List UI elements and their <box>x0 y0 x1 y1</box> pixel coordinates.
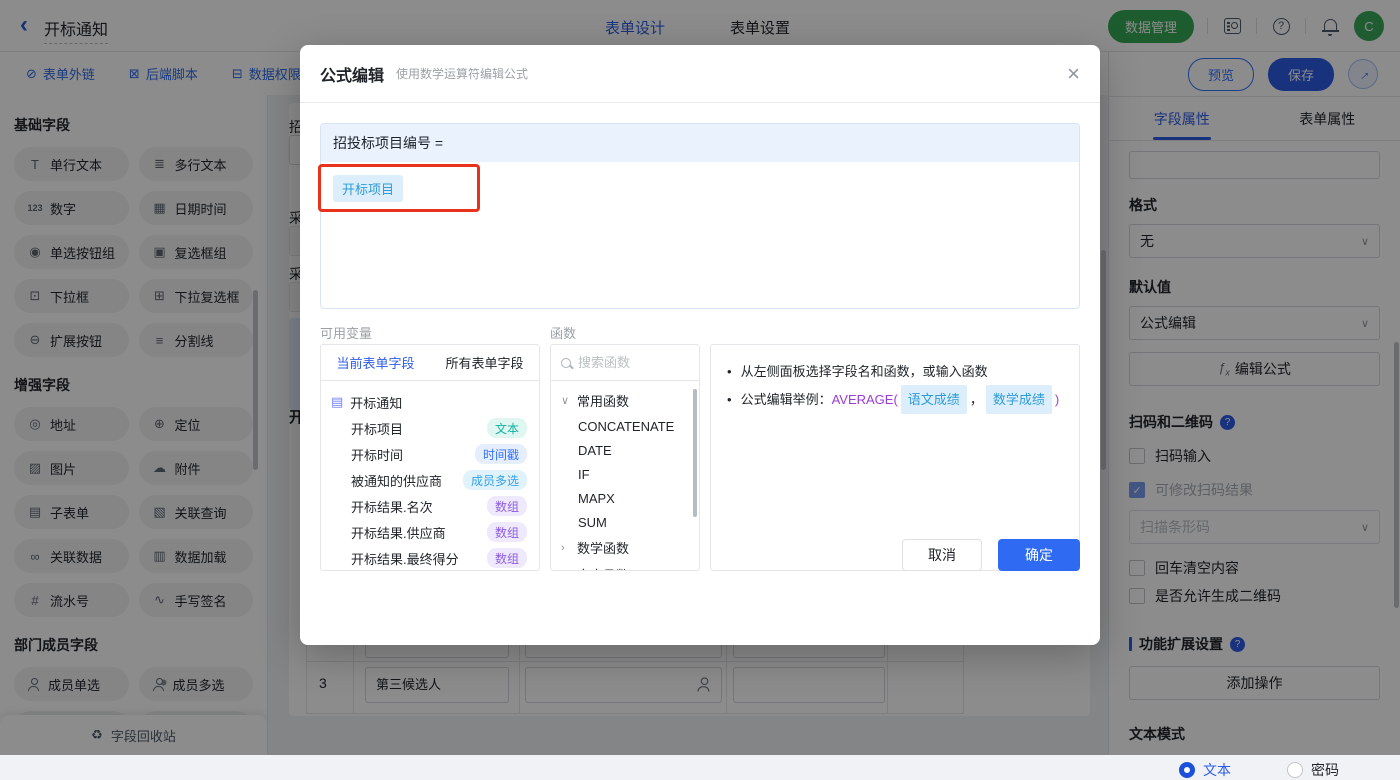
functions-label: 函数 <box>550 323 700 344</box>
formula-target: 招投标项目编号 = <box>321 124 1079 162</box>
variable-field[interactable]: 开标结果.供应商数组 <box>331 519 529 545</box>
function-search[interactable] <box>551 345 699 381</box>
variable-field[interactable]: 被通知的供应商成员多选 <box>331 467 529 493</box>
radio-text[interactable]: 文本 <box>1179 760 1231 780</box>
formula-input-area[interactable]: 开标项目 <box>321 162 1079 215</box>
variable-field[interactable]: 开标时间时间戳 <box>331 441 529 467</box>
type-badge: 时间戳 <box>475 444 527 464</box>
function-group-common[interactable]: ∨常用函数 <box>551 387 699 414</box>
type-badge: 成员多选 <box>463 470 527 490</box>
variables-panel: 当前表单字段 所有表单字段 ▤ 开标通知 开标项目文本 开标时间时间戳 被通知的… <box>320 344 540 571</box>
modal-columns: 可用变量 当前表单字段 所有表单字段 ▤ 开标通知 开标项目文本 <box>320 323 1080 571</box>
function-item[interactable]: MAPX <box>551 486 699 510</box>
modal-subtitle: 使用数学运算符编辑公式 <box>396 65 528 82</box>
formula-token[interactable]: 开标项目 <box>333 175 403 202</box>
type-badge: 数组 <box>487 548 527 568</box>
app: ‹ 开标通知 表单设计 表单设置 数据管理 ? C ⊘表单外链 ⊠后端脚本 ⊟数… <box>0 0 1400 755</box>
caret-right-icon: › <box>561 569 571 572</box>
radio-selected-icon <box>1179 762 1195 778</box>
function-search-input[interactable] <box>578 355 678 370</box>
confirm-button[interactable]: 确定 <box>998 539 1080 571</box>
function-item[interactable]: DATE <box>551 438 699 462</box>
function-item[interactable]: SUM <box>551 510 699 534</box>
example-field-chip: 语文成绩 <box>901 385 967 414</box>
modal-header: 公式编辑 使用数学运算符编辑公式 × <box>300 45 1100 103</box>
functions-panel: ∨常用函数 CONCATENATE DATE IF MAPX SUM ›数学函数… <box>550 344 700 571</box>
type-badge: 数组 <box>487 522 527 542</box>
function-group-math[interactable]: ›数学函数 <box>551 534 699 561</box>
caret-right-icon: › <box>561 542 571 554</box>
text-mode-radios: 文本 密码 <box>1129 760 1380 780</box>
function-item[interactable]: CONCATENATE <box>551 414 699 438</box>
help-line-2: •公式编辑举例：AVERAGE(语文成绩，数学成绩) <box>727 385 1063 414</box>
tree-root-form[interactable]: ▤ 开标通知 <box>331 389 529 415</box>
function-group-text[interactable]: ›文本函数 <box>551 561 699 571</box>
function-paren: ) <box>1055 392 1059 407</box>
example-field-chip: 数学成绩 <box>986 385 1052 414</box>
modal-footer: 取消 确定 <box>902 539 1080 571</box>
type-badge: 文本 <box>487 418 527 438</box>
function-name: AVERAGE( <box>832 392 898 407</box>
variables-label: 可用变量 <box>320 323 540 344</box>
variable-field[interactable]: 开标结果.最终得分数组 <box>331 545 529 571</box>
modal-body: 招投标项目编号 = 开标项目 可用变量 当前表单字段 所有表单字段 <box>300 103 1100 591</box>
tab-all-form-fields[interactable]: 所有表单字段 <box>430 345 539 380</box>
formula-edit-modal: 公式编辑 使用数学运算符编辑公式 × 招投标项目编号 = 开标项目 可用变量 当… <box>300 45 1100 645</box>
caret-down-icon: ∨ <box>561 394 571 407</box>
tab-current-form-fields[interactable]: 当前表单字段 <box>321 345 430 380</box>
functions-scrollbar[interactable] <box>693 389 697 517</box>
close-icon[interactable]: × <box>1067 64 1080 84</box>
radio-password[interactable]: 密码 <box>1287 760 1339 780</box>
cancel-button[interactable]: 取消 <box>902 539 982 571</box>
variable-field[interactable]: 开标项目文本 <box>331 415 529 441</box>
search-icon <box>561 358 571 368</box>
formula-help-panel: •从左侧面板选择字段名和函数，或输入函数 •公式编辑举例：AVERAGE(语文成… <box>710 344 1080 571</box>
radio-icon <box>1287 762 1303 778</box>
function-item[interactable]: IF <box>551 462 699 486</box>
variable-field[interactable]: 开标结果.名次数组 <box>331 493 529 519</box>
type-badge: 数组 <box>487 496 527 516</box>
help-line-1: •从左侧面板选择字段名和函数，或输入函数 <box>727 358 1063 385</box>
document-icon: ▤ <box>331 394 343 410</box>
modal-title: 公式编辑 <box>320 62 384 86</box>
formula-editor: 招投标项目编号 = 开标项目 <box>320 123 1080 309</box>
